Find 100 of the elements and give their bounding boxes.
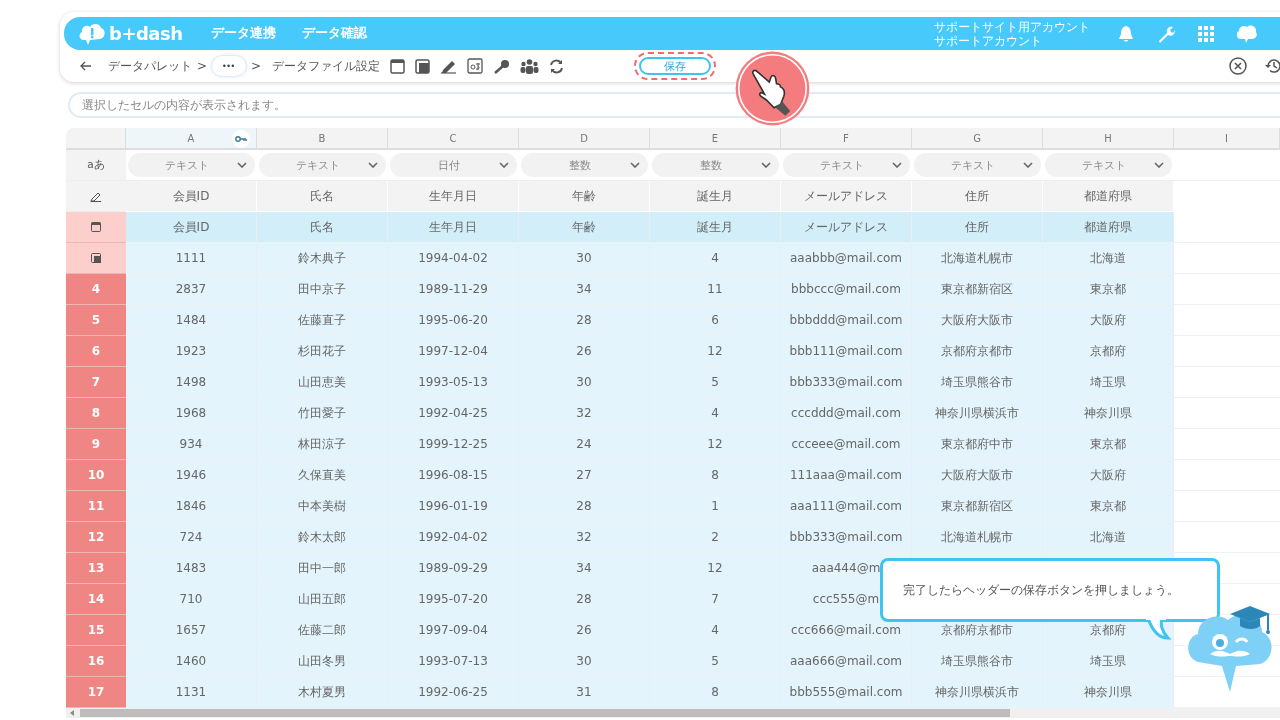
table-cell: 鈴木太郎 [257, 522, 388, 553]
chevron-down-icon [237, 162, 247, 168]
column-header[interactable]: D [519, 128, 650, 150]
type-dropdown[interactable]: テキスト [783, 153, 910, 177]
table-cell: 東京都新宿区 [912, 491, 1043, 522]
table-cell: 1111 [126, 243, 257, 274]
table-cell: 934 [126, 429, 257, 460]
table-cell: 都道府県 [1043, 181, 1174, 212]
table-cell: 山田冬男 [257, 646, 388, 677]
refresh-icon[interactable] [549, 58, 565, 74]
row-number[interactable]: 6 [66, 336, 126, 367]
table-cell: 11 [650, 274, 781, 305]
table-cell: 東京都 [1043, 429, 1174, 460]
row-number[interactable]: 17 [66, 677, 126, 708]
row-number[interactable]: 15 [66, 615, 126, 646]
column-header[interactable]: I [1174, 128, 1280, 150]
column-header[interactable]: E [650, 128, 781, 150]
table-cell: 4 [650, 398, 781, 429]
table-cell: 東京都府中市 [912, 429, 1043, 460]
breadcrumb-link[interactable]: データパレット [108, 57, 192, 75]
table-cell: 26 [519, 615, 650, 646]
table-cell: 大阪府大阪市 [912, 305, 1043, 336]
nav-link[interactable]: データ確認 [301, 25, 367, 42]
column-header[interactable]: A [126, 128, 257, 150]
table-cell: ccc666@mail.com [781, 615, 912, 646]
column-header[interactable]: B [257, 128, 388, 150]
pen-edit-icon[interactable] [440, 58, 458, 74]
close-icon[interactable] [1229, 57, 1247, 75]
chevron-down-icon [761, 162, 771, 168]
square-icon[interactable] [415, 58, 431, 74]
more-button[interactable]: ••• [212, 56, 247, 76]
table-cell: 31 [519, 677, 650, 708]
table-cell: 1994-04-02 [388, 243, 519, 274]
chevron-down-icon [892, 162, 902, 168]
row-number[interactable]: 8 [66, 398, 126, 429]
group-icon[interactable] [520, 58, 540, 74]
type-dropdown[interactable]: テキスト [914, 153, 1041, 177]
table-cell: 2837 [126, 274, 257, 305]
table-cell: 1996-01-19 [388, 491, 519, 522]
scrollbar-thumb[interactable] [80, 709, 1010, 717]
row-number[interactable]: 12 [66, 522, 126, 553]
table-cell: bbbddd@mail.com [781, 305, 912, 336]
window-icon[interactable] [390, 58, 406, 74]
table-cell: bbb333@mail.com [781, 522, 912, 553]
table-cell: 神奈川県横浜市 [912, 398, 1043, 429]
table-cell: 年齢 [519, 212, 650, 243]
table-cell: 28 [519, 305, 650, 336]
table-cell: 京都府 [1043, 336, 1174, 367]
table-cell: 東京都 [1043, 491, 1174, 522]
table-cell: 1846 [126, 491, 257, 522]
table-cell: 埼玉県熊谷市 [912, 646, 1043, 677]
column-header[interactable]: H [1043, 128, 1174, 150]
column-header[interactable]: F [781, 128, 912, 150]
table-cell: 大阪府 [1043, 305, 1174, 336]
table-cell: 1993-05-13 [388, 367, 519, 398]
table-cell: 年齢 [519, 181, 650, 212]
table-cell: 1993-07-13 [388, 646, 519, 677]
text-type-icon[interactable] [467, 58, 484, 74]
row-number[interactable]: 11 [66, 491, 126, 522]
cell-content-field[interactable]: 選択したセルの内容が表示されます。 [68, 92, 1280, 118]
table-cell: 神奈川県 [1043, 677, 1174, 708]
table-cell: 中本美樹 [257, 491, 388, 522]
table-cell: 埼玉県 [1043, 646, 1174, 677]
row-number[interactable]: 14 [66, 584, 126, 615]
type-dropdown[interactable]: テキスト [1045, 153, 1172, 177]
table-cell: 1992-06-25 [388, 677, 519, 708]
table-cell: 埼玉県 [1043, 367, 1174, 398]
table-cell: 1996-08-15 [388, 460, 519, 491]
table-cell: 佐藤直子 [257, 305, 388, 336]
scroll-left-icon[interactable] [70, 710, 76, 716]
history-icon[interactable] [1265, 58, 1280, 74]
row-header[interactable] [66, 243, 126, 274]
row-number[interactable]: 4 [66, 274, 126, 305]
row-number[interactable]: 5 [66, 305, 126, 336]
logo-text[interactable]: b+dash [109, 23, 183, 44]
type-dropdown[interactable]: テキスト [259, 153, 386, 177]
table-cell: 神奈川県横浜市 [912, 677, 1043, 708]
table-cell: 北海道 [1043, 243, 1174, 274]
type-dropdown[interactable]: 整数 [521, 153, 648, 177]
type-dropdown[interactable]: 整数 [652, 153, 779, 177]
table-cell: 724 [126, 522, 257, 553]
column-header[interactable]: C [388, 128, 519, 150]
type-dropdown[interactable]: テキスト [128, 153, 255, 177]
table-cell: 氏名 [257, 181, 388, 212]
breadcrumb-separator: > [251, 59, 262, 73]
nav-link[interactable]: データ連携 [210, 25, 276, 42]
back-arrow-icon[interactable] [80, 61, 92, 71]
row-number[interactable]: 7 [66, 367, 126, 398]
row-number[interactable]: 13 [66, 553, 126, 584]
save-button[interactable]: 保存 [639, 57, 712, 75]
table-cell: 1992-04-25 [388, 398, 519, 429]
row-number[interactable]: 9 [66, 429, 126, 460]
table-cell: 7 [650, 584, 781, 615]
row-header[interactable] [66, 212, 126, 243]
column-header[interactable]: G [912, 128, 1043, 150]
row-number[interactable]: 10 [66, 460, 126, 491]
row-number[interactable]: 16 [66, 646, 126, 677]
table-cell: 8 [650, 677, 781, 708]
type-dropdown[interactable]: 日付 [390, 153, 517, 177]
table-cell: 田中京子 [257, 274, 388, 305]
